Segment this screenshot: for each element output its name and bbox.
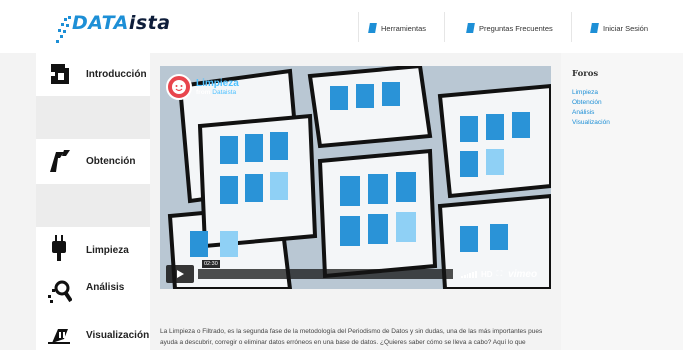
- sidebar-item-analisis[interactable]: Análisis: [36, 271, 150, 315]
- video-from: from Dataista: [196, 89, 239, 97]
- face-icon: [172, 80, 186, 94]
- nav-label: Herramientas: [381, 23, 427, 33]
- forum-links: Limpieza Obtención Análisis Visualizació…: [572, 88, 610, 128]
- vimeo-logo[interactable]: vimeo: [508, 269, 537, 280]
- nav-iniciar-sesion[interactable]: Iniciar Sesión: [590, 19, 649, 37]
- sidebar-item-label: Visualización: [86, 330, 150, 341]
- sidebar-item-limpieza[interactable]: Limpieza: [36, 227, 150, 271]
- nav-preguntas-frecuentes[interactable]: Preguntas Frecuentes: [466, 19, 553, 37]
- nav-divider: [358, 12, 359, 42]
- avatar[interactable]: [166, 74, 192, 100]
- forum-sidebar: Foros Limpieza Obtención Análisis Visual…: [561, 53, 683, 350]
- flag-icon: [466, 23, 475, 33]
- play-button[interactable]: [166, 265, 194, 283]
- flag-icon: [368, 23, 377, 33]
- plug-icon: [52, 235, 66, 261]
- progress-bar[interactable]: 02:30: [198, 260, 453, 279]
- flag-icon: [590, 23, 599, 33]
- video-title[interactable]: Limpieza: [196, 78, 239, 89]
- header: DATAista Herramientas Preguntas Frecuent…: [0, 0, 683, 53]
- logo-dots-icon: [56, 16, 71, 43]
- hd-button[interactable]: HD: [481, 270, 493, 279]
- nav-divider: [571, 12, 572, 42]
- forum-title: Foros: [572, 69, 599, 79]
- sidebar-item-visualizacion[interactable]: Visualización: [36, 315, 150, 350]
- sidebar-item-obtencion[interactable]: Obtención: [36, 139, 150, 184]
- nav-label: Preguntas Frecuentes: [479, 23, 553, 33]
- logo-text: DATAista: [72, 12, 171, 34]
- sidebar: Introducción Obtención Limpieza Análisis: [36, 53, 150, 350]
- sidebar-item-label: Obtención: [86, 156, 136, 167]
- video-header: Limpieza from Dataista: [166, 74, 239, 100]
- video-author-link[interactable]: Dataista: [212, 89, 236, 96]
- sidebar-item-label: Limpieza: [86, 245, 129, 256]
- fullscreen-icon[interactable]: ⛶: [497, 269, 503, 279]
- from-prefix: from: [196, 88, 211, 96]
- time-badge: 02:30: [202, 260, 220, 268]
- forum-link[interactable]: Visualización: [572, 118, 610, 128]
- description-text: La Limpieza o Filtrado, es la segunda fa…: [160, 328, 543, 346]
- intro-icon: [51, 64, 69, 84]
- logo-part-ista: ista: [128, 12, 171, 34]
- sidebar-item-introduccion[interactable]: Introducción: [36, 53, 150, 96]
- forum-link[interactable]: Análisis: [572, 108, 610, 118]
- pencil-icon: [50, 150, 70, 172]
- forum-link[interactable]: Obtención: [572, 98, 610, 108]
- sidebar-gap: [36, 184, 150, 227]
- forum-link[interactable]: Limpieza: [572, 88, 610, 98]
- nav-label: Iniciar Sesión: [603, 23, 649, 33]
- chart-icon: [48, 329, 70, 344]
- play-icon: [177, 270, 184, 278]
- sidebar-item-label: Introducción: [86, 69, 147, 80]
- video-player[interactable]: Limpieza from Dataista 02:30 HD ⛶ vimeo: [160, 66, 551, 289]
- nav-herramientas[interactable]: Herramientas: [368, 19, 427, 37]
- nav-divider: [444, 12, 445, 42]
- volume-icon[interactable]: [461, 270, 477, 278]
- video-controls: 02:30 HD ⛶ vimeo: [166, 260, 545, 283]
- magnifier-icon: [48, 280, 72, 303]
- logo[interactable]: DATAista: [56, 12, 196, 46]
- logo-part-data: DATA: [72, 12, 129, 34]
- sidebar-item-label: Análisis: [86, 282, 125, 293]
